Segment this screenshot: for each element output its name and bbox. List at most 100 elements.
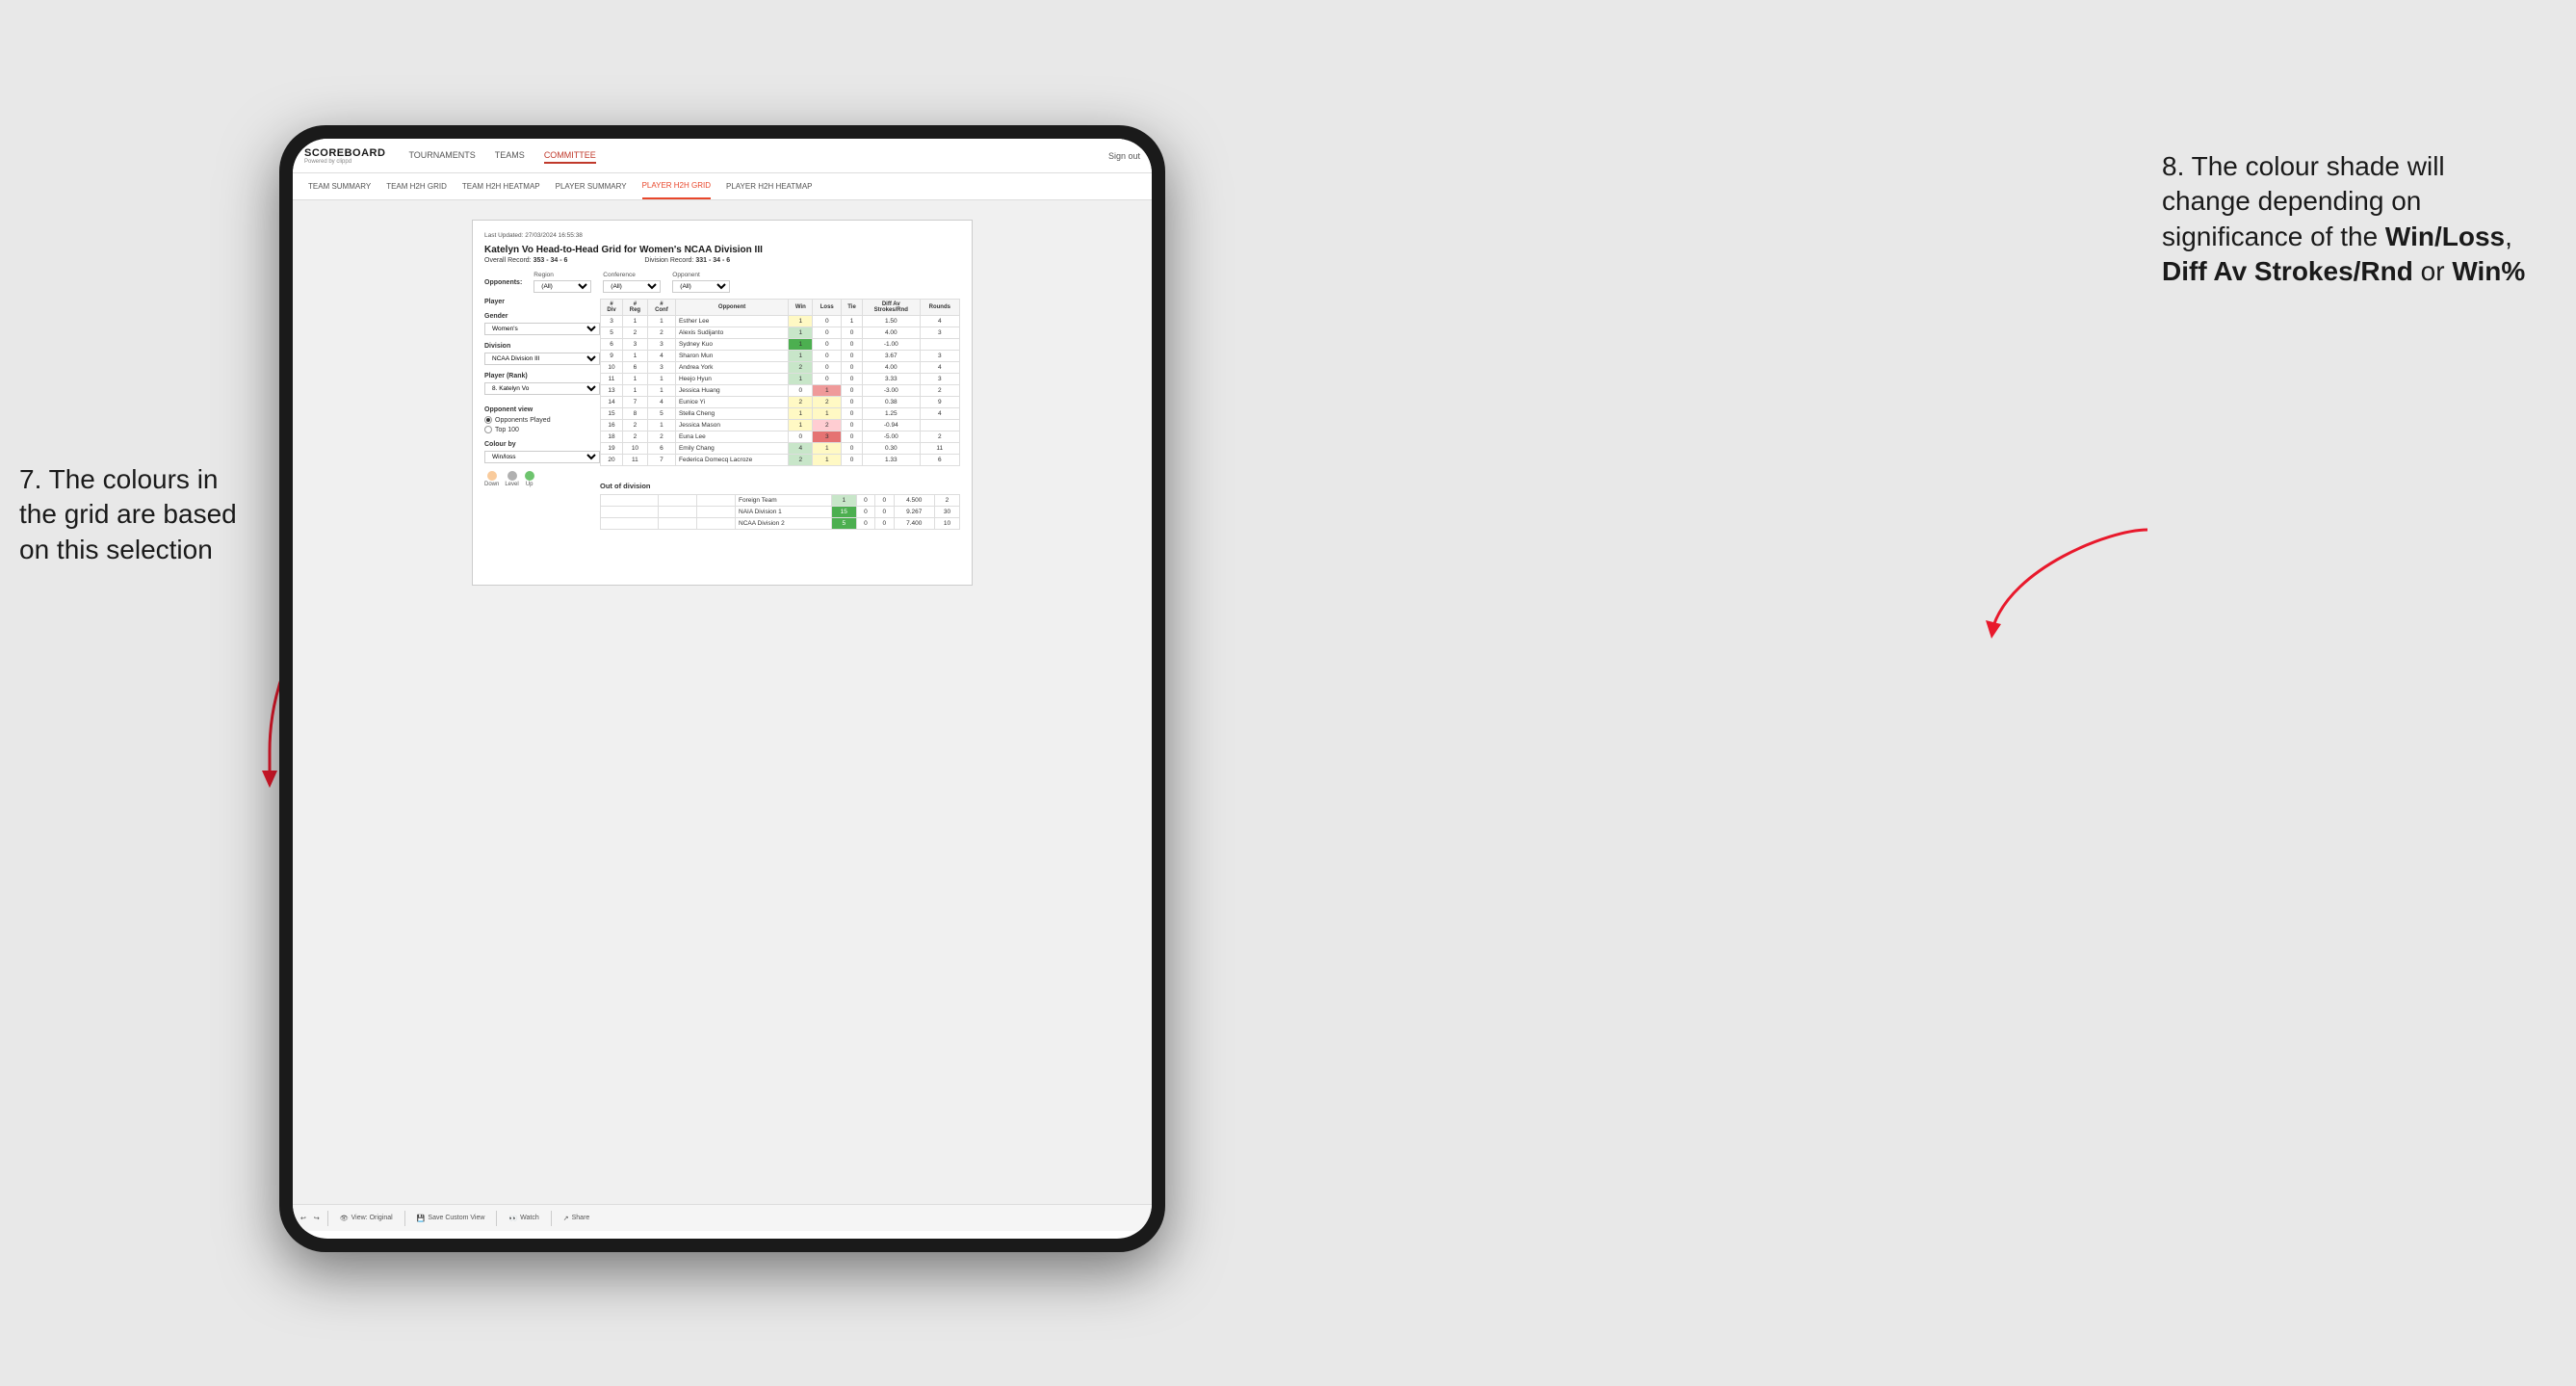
- td-loss: 0: [813, 339, 842, 351]
- annotation-arrow-right: [1965, 510, 2157, 655]
- td-conf: 2: [647, 431, 675, 443]
- td-div: 20: [601, 455, 623, 466]
- td-tie: 0: [842, 351, 863, 362]
- opponents-label: Opponents:: [484, 279, 522, 286]
- toolbar-undo[interactable]: ↩: [300, 1215, 306, 1222]
- nav-committee[interactable]: COMMITTEE: [544, 148, 596, 164]
- td-rounds: [920, 339, 959, 351]
- td-diff: -3.00: [862, 385, 920, 397]
- td-tie: 0: [875, 506, 894, 517]
- toolbar-divider-3: [496, 1211, 497, 1226]
- logo-sub: Powered by clippd: [304, 159, 385, 165]
- table-row: 14 7 4 Eunice Yi 2 2 0 0.38 9: [601, 397, 960, 408]
- td-opponent: Sydney Kuo: [675, 339, 788, 351]
- header-sign-out[interactable]: Sign out: [1108, 151, 1140, 161]
- filter-opponent-select[interactable]: (All): [672, 280, 730, 293]
- sub-nav-player-summary[interactable]: PLAYER SUMMARY: [556, 173, 627, 199]
- toolbar-redo[interactable]: ↪: [314, 1215, 320, 1222]
- gender-select[interactable]: Women's: [484, 323, 600, 335]
- table-row: 10 6 3 Andrea York 2 0 0 4.00 4: [601, 362, 960, 374]
- td-div: 5: [601, 327, 623, 339]
- filter-region-label: Region: [533, 272, 591, 278]
- player-rank-label: Player (Rank): [484, 373, 600, 379]
- td-reg: 1: [623, 316, 648, 327]
- filter-region: Region (All): [533, 272, 591, 293]
- toolbar-save-custom[interactable]: 💾 Save Custom View: [413, 1213, 489, 1224]
- tablet-screen: SCOREBOARD Powered by clippd TOURNAMENTS…: [293, 139, 1152, 1239]
- td-rounds: 11: [920, 443, 959, 455]
- toolbar-watch[interactable]: 👀 Watch: [505, 1213, 542, 1224]
- report-header-top: Last Updated: 27/03/2024 16:55:38: [484, 232, 960, 239]
- td-diff: 4.00: [862, 327, 920, 339]
- td-conf: 7: [647, 455, 675, 466]
- filter-opponent: Opponent (All): [672, 272, 730, 293]
- td-div: [601, 517, 659, 529]
- td-diff: 4.00: [862, 362, 920, 374]
- td-win: 1: [789, 327, 813, 339]
- sub-nav-team-summary[interactable]: TEAM SUMMARY: [308, 173, 371, 199]
- sub-nav-team-h2h-grid[interactable]: TEAM H2H GRID: [386, 173, 447, 199]
- th-div: #Div: [601, 300, 623, 316]
- td-win: 1: [789, 351, 813, 362]
- td-tie: 0: [842, 420, 863, 431]
- division-select[interactable]: NCAA Division III: [484, 353, 600, 365]
- radio-opponents-played[interactable]: Opponents Played: [484, 416, 600, 424]
- filter-region-select[interactable]: (All): [533, 280, 591, 293]
- legend-dot-up: [525, 471, 534, 481]
- nav-tournaments[interactable]: TOURNAMENTS: [408, 148, 475, 164]
- td-conf: 4: [647, 351, 675, 362]
- table-row: 13 1 1 Jessica Huang 0 1 0 -3.00 2: [601, 385, 960, 397]
- legend-down-label: Down: [484, 482, 499, 487]
- legend-up: Up: [525, 471, 534, 487]
- td-div: 9: [601, 351, 623, 362]
- th-reg: #Reg: [623, 300, 648, 316]
- table-row: 15 8 5 Stella Cheng 1 1 0 1.25 4: [601, 408, 960, 420]
- td-win: 1: [789, 408, 813, 420]
- opponents-filter-area: Opponents: Region (All) Conference (All): [484, 272, 960, 293]
- td-opponent: Eunice Yi: [675, 397, 788, 408]
- td-tie: 0: [842, 374, 863, 385]
- td-rounds: 4: [920, 408, 959, 420]
- td-conf: 6: [647, 443, 675, 455]
- radio-top-100[interactable]: Top 100: [484, 426, 600, 433]
- filter-conference-label: Conference: [603, 272, 661, 278]
- td-reg: 8: [623, 408, 648, 420]
- td-div: 6: [601, 339, 623, 351]
- legend-dot-down: [487, 471, 497, 481]
- table-row: 9 1 4 Sharon Mun 1 0 0 3.67 3: [601, 351, 960, 362]
- td-win: 1: [789, 420, 813, 431]
- th-win: Win: [789, 300, 813, 316]
- filter-conference-select[interactable]: (All): [603, 280, 661, 293]
- sub-nav-player-h2h-heatmap[interactable]: PLAYER H2H HEATMAP: [726, 173, 813, 199]
- td-div: 10: [601, 362, 623, 374]
- td-rounds: 3: [920, 351, 959, 362]
- td-opponent: NCAA Division 2: [736, 517, 832, 529]
- nav-teams[interactable]: TEAMS: [495, 148, 525, 164]
- annotation-right: 8. The colour shade will change dependin…: [2162, 149, 2528, 290]
- td-tie: 0: [875, 517, 894, 529]
- td-loss: 1: [813, 408, 842, 420]
- legend-dot-level: [507, 471, 517, 481]
- td-reg: 2: [623, 420, 648, 431]
- td-opponent: Jessica Huang: [675, 385, 788, 397]
- table-row: 19 10 6 Emily Chang 4 1 0 0.30 11: [601, 443, 960, 455]
- table-row: Foreign Team 1 0 0 4.500 2: [601, 494, 960, 506]
- sub-nav-team-h2h-heatmap[interactable]: TEAM H2H HEATMAP: [462, 173, 540, 199]
- td-conf: 1: [647, 316, 675, 327]
- report-title: Katelyn Vo Head-to-Head Grid for Women's…: [484, 245, 960, 255]
- colour-by-select[interactable]: Win/loss: [484, 451, 600, 463]
- td-loss: 2: [813, 420, 842, 431]
- td-conf: 5: [647, 408, 675, 420]
- filter-opponent-label: Opponent: [672, 272, 730, 278]
- player-rank-select[interactable]: 8. Katelyn Vo: [484, 382, 600, 395]
- td-rounds: 4: [920, 316, 959, 327]
- td-reg: 3: [623, 339, 648, 351]
- annotation-left: 7. The colours in the grid are based on …: [19, 462, 260, 567]
- table-row: 20 11 7 Federica Domecq Lacroze 2 1 0 1.…: [601, 455, 960, 466]
- th-conf: #Conf: [647, 300, 675, 316]
- td-diff: 0.38: [862, 397, 920, 408]
- td-diff: -1.00: [862, 339, 920, 351]
- toolbar-share[interactable]: ↗ Share: [559, 1213, 594, 1224]
- toolbar-view-original[interactable]: 👁 View: Original: [336, 1213, 397, 1224]
- sub-nav-player-h2h-grid[interactable]: PLAYER H2H GRID: [642, 173, 711, 199]
